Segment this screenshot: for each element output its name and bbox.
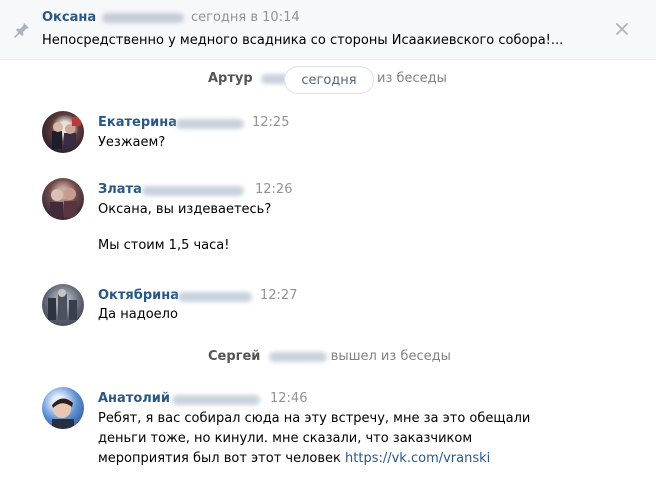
message-text: Ребят, я вас собирал сюда на эту встречу… bbox=[98, 411, 531, 426]
service-action: из беседы bbox=[377, 71, 447, 86]
message-text: деньги тоже, но кинули. мне сказали, что… bbox=[98, 431, 473, 446]
service-user-name[interactable]: Артур bbox=[208, 71, 253, 86]
blurred-surname bbox=[178, 292, 252, 302]
service-message: Артур bbox=[208, 71, 289, 86]
message-text: Уезжаем? bbox=[98, 135, 166, 150]
blurred-surname bbox=[142, 186, 244, 196]
message-text: Да надоело bbox=[98, 307, 178, 322]
pinned-message-bar[interactable]: Оксана сегодня в 10:14 Непосредственно у… bbox=[0, 0, 656, 60]
avatar[interactable] bbox=[42, 387, 84, 429]
blurred-surname bbox=[172, 395, 260, 405]
service-action: вышел из беседы bbox=[330, 349, 451, 364]
avatar[interactable] bbox=[42, 284, 84, 326]
avatar-photo bbox=[52, 398, 74, 429]
pinned-text[interactable]: Непосредственно у медного всадника со ст… bbox=[42, 33, 563, 48]
message-text: Мы стоим 1,5 часа! bbox=[98, 238, 230, 253]
blurred-surname bbox=[176, 119, 244, 129]
message-author[interactable]: Злата bbox=[98, 182, 142, 197]
message-text: Оксана, вы издеваетесь? bbox=[98, 202, 272, 217]
pin-icon bbox=[14, 23, 29, 38]
close-icon[interactable] bbox=[612, 19, 632, 39]
message-author[interactable]: Екатерина bbox=[98, 115, 177, 130]
service-message: Сергей вышел из беседы bbox=[208, 349, 451, 364]
pinned-author[interactable]: Оксана bbox=[42, 10, 96, 25]
message-link[interactable]: https://vk.com/vranski bbox=[345, 451, 490, 466]
message-text: мероприятия был вот этот человек bbox=[98, 451, 341, 466]
message-time[interactable]: 12:46 bbox=[270, 391, 307, 406]
message-text-with-link: мероприятия был вот этот человек https:/… bbox=[98, 449, 490, 469]
avatar-photo bbox=[50, 188, 77, 218]
blurred-surname bbox=[268, 351, 327, 362]
message-time[interactable]: 12:25 bbox=[252, 115, 289, 130]
avatar-photo bbox=[48, 289, 77, 320]
pinned-time: сегодня в 10:14 bbox=[191, 10, 300, 25]
blurred-surname bbox=[102, 13, 184, 23]
message-author[interactable]: Анатолий bbox=[98, 391, 170, 406]
message-author[interactable]: Октябрина bbox=[98, 288, 179, 303]
message-time[interactable]: 12:27 bbox=[260, 288, 297, 303]
avatar-photo bbox=[52, 117, 81, 149]
date-separator: сегодня bbox=[284, 66, 374, 94]
service-user-name[interactable]: Сергей bbox=[208, 349, 260, 364]
avatar[interactable] bbox=[42, 111, 84, 153]
avatar[interactable] bbox=[42, 178, 84, 220]
message-time[interactable]: 12:26 bbox=[255, 182, 292, 197]
